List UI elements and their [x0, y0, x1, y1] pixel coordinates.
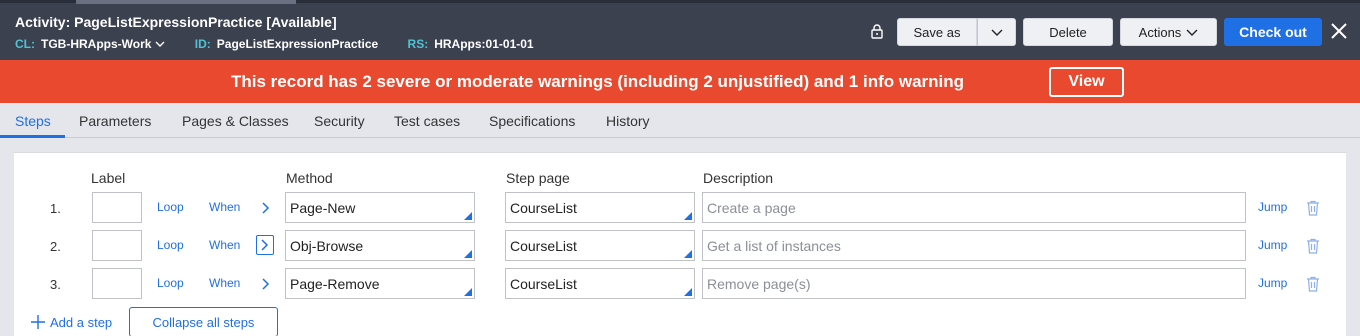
active-tab-indicator	[0, 135, 65, 138]
step-page-value: CourseList	[510, 200, 577, 216]
description-value: Get a list of instances	[707, 238, 841, 254]
method-input[interactable]: Obj-Browse	[285, 230, 475, 261]
step-page-value: CourseList	[510, 276, 577, 292]
step-number: 1.	[50, 201, 61, 216]
when-link[interactable]: When	[209, 200, 240, 214]
actions-button[interactable]: Actions	[1120, 18, 1217, 46]
actions-label: Actions	[1138, 24, 1182, 40]
description-value: Remove page(s)	[707, 276, 811, 292]
loop-link[interactable]: Loop	[157, 238, 184, 252]
loop-link[interactable]: Loop	[157, 276, 184, 290]
header-tab-indicator	[76, 0, 296, 4]
plus-icon	[30, 314, 46, 331]
step-page-input[interactable]: CourseList	[505, 230, 695, 261]
view-warnings-button[interactable]: View	[1049, 67, 1124, 97]
save-as-menu-button[interactable]	[977, 18, 1016, 46]
trash-icon[interactable]	[1306, 200, 1320, 216]
tab-parameters[interactable]: Parameters	[79, 113, 151, 129]
record-title: Activity: PageListExpressionPractice [Av…	[15, 14, 337, 30]
description-input[interactable]: Create a page	[702, 192, 1246, 223]
autocomplete-corner-icon	[464, 288, 472, 296]
jump-link[interactable]: Jump	[1258, 238, 1287, 252]
tab-test-cases[interactable]: Test cases	[394, 113, 460, 129]
record-status: [Available]	[266, 14, 337, 30]
autocomplete-corner-icon	[464, 250, 472, 258]
trash-icon[interactable]	[1306, 238, 1320, 254]
step-row: 2. Loop When Obj-Browse CourseList Get a…	[14, 230, 1346, 262]
method-input[interactable]: Page-New	[285, 192, 475, 223]
record-meta: CL: TGB-HRApps-Work ID: PageListExpression…	[15, 37, 560, 51]
step-page-input[interactable]: CourseList	[505, 192, 695, 223]
method-value: Page-Remove	[290, 276, 380, 292]
step-label-input[interactable]	[92, 268, 142, 299]
autocomplete-corner-icon	[464, 212, 472, 220]
method-value: Obj-Browse	[290, 238, 364, 254]
column-header-label: Label	[91, 170, 126, 186]
chevron-right-icon[interactable]	[256, 235, 274, 255]
description-input[interactable]: Remove page(s)	[702, 268, 1246, 299]
jump-link[interactable]: Jump	[1258, 276, 1287, 290]
step-row: 1. Loop When Page-New CourseList Create …	[14, 192, 1346, 224]
chevron-down-icon[interactable]	[155, 40, 165, 51]
chevron-down-icon	[1186, 25, 1198, 40]
column-header-step-page: Step page	[506, 170, 570, 186]
autocomplete-corner-icon	[684, 212, 692, 220]
warning-message: This record has 2 severe or moderate war…	[231, 72, 965, 91]
record-tabs: Steps Parameters Pages & Classes Securit…	[0, 103, 1360, 138]
check-out-button[interactable]: Check out	[1224, 18, 1322, 46]
autocomplete-corner-icon	[684, 250, 692, 258]
step-number: 2.	[50, 239, 61, 254]
cl-value[interactable]: TGB-HRApps-Work	[41, 37, 151, 51]
lock-icon	[870, 24, 884, 39]
record-title-text: Activity: PageListExpressionPractice	[15, 14, 263, 30]
tab-specifications[interactable]: Specifications	[489, 113, 575, 129]
step-row: 3. Loop When Page-Remove CourseList Remo…	[14, 268, 1346, 300]
step-label-input[interactable]	[92, 192, 142, 223]
autocomplete-corner-icon	[684, 288, 692, 296]
when-link[interactable]: When	[209, 238, 240, 252]
add-step-label: Add a step	[50, 315, 113, 330]
record-header: Activity: PageListExpressionPractice [Av…	[0, 0, 1360, 60]
id-value: PageListExpressionPractice	[216, 37, 379, 51]
chevron-down-icon	[991, 25, 1003, 40]
chevron-right-icon[interactable]	[258, 199, 274, 217]
trash-icon[interactable]	[1306, 276, 1320, 292]
tab-history[interactable]: History	[606, 113, 650, 129]
tab-security[interactable]: Security	[314, 113, 365, 129]
rs-value: HRApps:01-01-01	[434, 37, 534, 51]
jump-link[interactable]: Jump	[1258, 200, 1287, 214]
method-value: Page-New	[290, 200, 356, 216]
chevron-right-icon[interactable]	[258, 275, 274, 293]
collapse-all-steps-button[interactable]: Collapse all steps	[129, 307, 278, 336]
method-input[interactable]: Page-Remove	[285, 268, 475, 299]
save-as-button[interactable]: Save as	[897, 18, 977, 46]
column-header-description: Description	[703, 170, 774, 186]
delete-button[interactable]: Delete	[1023, 18, 1113, 46]
cl-key: CL:	[15, 37, 35, 51]
tab-steps[interactable]: Steps	[15, 113, 51, 129]
close-icon[interactable]	[1328, 20, 1350, 42]
description-value: Create a page	[707, 200, 796, 216]
rs-key: RS:	[407, 37, 429, 51]
loop-link[interactable]: Loop	[157, 200, 184, 214]
step-page-input[interactable]: CourseList	[505, 268, 695, 299]
step-number: 3.	[50, 277, 61, 292]
when-link[interactable]: When	[209, 276, 240, 290]
step-label-input[interactable]	[92, 230, 142, 261]
steps-panel: Label Method Step page Description 1. Lo…	[14, 152, 1346, 336]
description-input[interactable]: Get a list of instances	[702, 230, 1246, 261]
column-header-method: Method	[286, 170, 333, 186]
add-step-link[interactable]: Add a step	[30, 314, 112, 331]
step-page-value: CourseList	[510, 238, 577, 254]
warning-banner: This record has 2 severe or moderate war…	[0, 60, 1360, 103]
tab-pages-classes[interactable]: Pages & Classes	[182, 113, 289, 129]
id-key: ID:	[194, 37, 211, 51]
